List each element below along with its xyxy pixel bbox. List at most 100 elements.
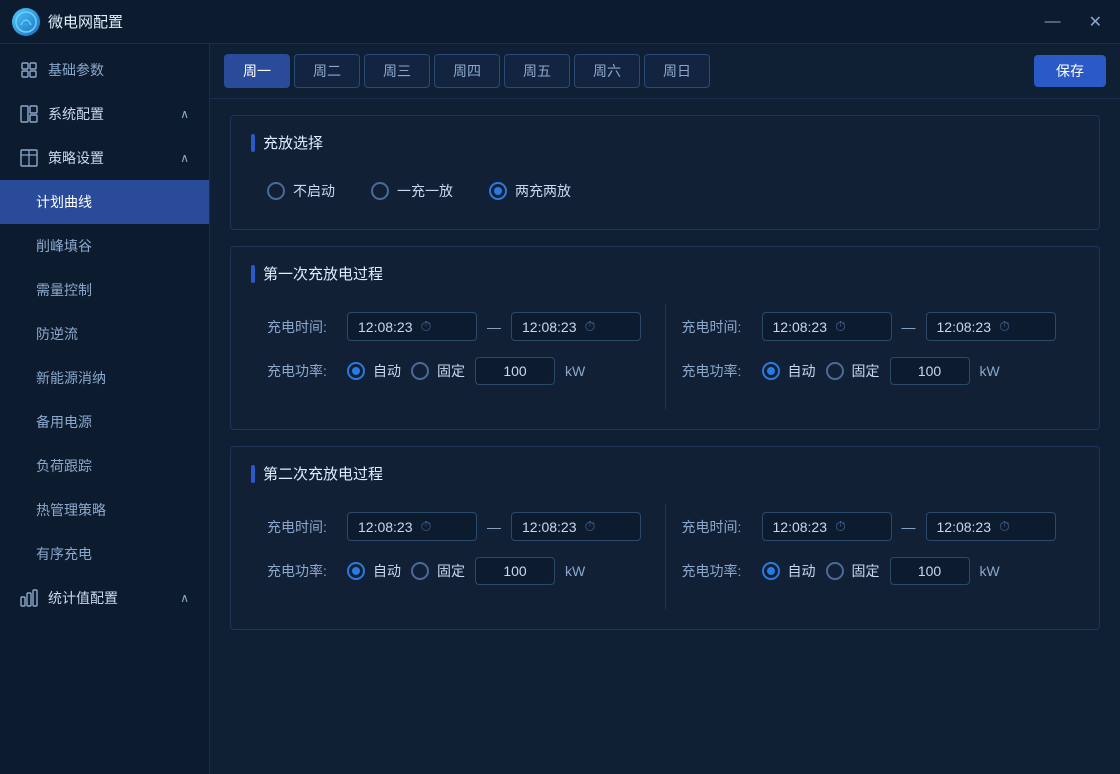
first-right-dash: —: [902, 319, 916, 335]
first-left-time-label: 充电时间:: [267, 317, 337, 337]
sidebar-item-plan-curve[interactable]: 计划曲线: [0, 180, 209, 224]
sidebar-item-system-config[interactable]: 系统配置 ∧: [0, 92, 209, 136]
sidebar-item-stats-config[interactable]: 统计值配置 ∧: [0, 576, 209, 620]
second-left-time-end[interactable]: 12:08:23 ⏱: [511, 512, 641, 541]
second-left-power-unit: kW: [565, 563, 585, 579]
sidebar-label-stats-config: 统计值配置: [48, 588, 118, 608]
second-left-power-input[interactable]: [475, 557, 555, 585]
clock-icon-6: ⏱: [585, 518, 631, 535]
first-right-time-start-value: 12:08:23: [773, 319, 828, 335]
second-right-dash: —: [902, 519, 916, 535]
tab-thursday[interactable]: 周四: [434, 54, 500, 88]
sidebar-label-basic-params: 基础参数: [48, 60, 104, 80]
module-icon: [20, 105, 38, 123]
first-right-time-row: 充电时间: 12:08:23 ⏱ — 12:08:23 ⏱: [682, 312, 1064, 341]
sidebar-item-load-tracking[interactable]: 负荷跟踪: [0, 444, 209, 488]
radio-no-start[interactable]: 不启动: [267, 181, 335, 201]
second-left-radio-fixed[interactable]: 固定: [411, 561, 465, 581]
tab-monday[interactable]: 周一: [224, 54, 290, 88]
first-right-fixed-label: 固定: [852, 361, 880, 381]
second-right-time-start-value: 12:08:23: [773, 519, 828, 535]
tab-wednesday[interactable]: 周三: [364, 54, 430, 88]
radio-label-one-charge: 一充一放: [397, 181, 453, 201]
radio-two-charge[interactable]: 两充两放: [489, 181, 571, 201]
first-right-time-start[interactable]: 12:08:23 ⏱: [762, 312, 892, 341]
chevron-up-icon: ∧: [180, 107, 189, 121]
first-process-right: 充电时间: 12:08:23 ⏱ — 12:08:23 ⏱: [666, 304, 1080, 409]
app-logo: [12, 8, 40, 36]
first-left-time-end[interactable]: 12:08:23 ⏱: [511, 312, 641, 341]
second-right-time-end[interactable]: 12:08:23 ⏱: [926, 512, 1056, 541]
second-process-section: 第二次充放电过程 充电时间: 12:08:23 ⏱ — 12:08:: [230, 446, 1100, 630]
second-right-time-end-value: 12:08:23: [937, 519, 992, 535]
tab-sunday[interactable]: 周日: [644, 54, 710, 88]
radio-circle-one-charge: [371, 182, 389, 200]
close-button[interactable]: ✕: [1083, 10, 1108, 34]
first-process-title: 第一次充放电过程: [251, 263, 1079, 284]
tab-bar: 周一 周二 周三 周四 周五 周六 周日 保存: [210, 44, 1120, 99]
second-left-radio-fixed-circle: [411, 562, 429, 580]
first-right-time-label: 充电时间:: [682, 317, 752, 337]
sidebar-label-load-tracking: 负荷跟踪: [36, 456, 92, 476]
titlebar-controls: — ✕: [1039, 10, 1108, 34]
minimize-button[interactable]: —: [1039, 10, 1067, 34]
first-left-time-end-value: 12:08:23: [522, 319, 577, 335]
clock-icon-2: ⏱: [585, 318, 631, 335]
radio-one-charge[interactable]: 一充一放: [371, 181, 453, 201]
sidebar-item-new-energy[interactable]: 新能源消纳: [0, 356, 209, 400]
tab-saturday[interactable]: 周六: [574, 54, 640, 88]
first-left-time-start-value: 12:08:23: [358, 319, 413, 335]
sidebar-item-basic-params[interactable]: 基础参数: [0, 48, 209, 92]
save-button[interactable]: 保存: [1034, 55, 1106, 87]
first-left-radio-auto[interactable]: 自动: [347, 361, 401, 381]
sidebar-label-anti-backflow: 防逆流: [36, 324, 78, 344]
tab-friday[interactable]: 周五: [504, 54, 570, 88]
second-left-time-row: 充电时间: 12:08:23 ⏱ — 12:08:23 ⏱: [267, 512, 649, 541]
first-right-power-input[interactable]: [890, 357, 970, 385]
first-left-fixed-label: 固定: [437, 361, 465, 381]
sidebar-item-thermal-strategy[interactable]: 热管理策略: [0, 488, 209, 532]
sidebar-item-anti-backflow[interactable]: 防逆流: [0, 312, 209, 356]
second-left-dash: —: [487, 519, 501, 535]
second-right-time-label: 充电时间:: [682, 517, 752, 537]
second-left-radio-auto[interactable]: 自动: [347, 561, 401, 581]
first-left-power-label: 充电功率:: [267, 361, 337, 381]
second-right-radio-fixed[interactable]: 固定: [826, 561, 880, 581]
first-right-power-row: 充电功率: 自动 固定 kW: [682, 357, 1064, 385]
sidebar-item-ordered-charge[interactable]: 有序充电: [0, 532, 209, 576]
titlebar: 微电网配置 — ✕: [0, 0, 1120, 44]
clock-icon-3: ⏱: [835, 318, 881, 335]
sidebar-item-strategy-settings[interactable]: 策略设置 ∧: [0, 136, 209, 180]
first-right-radio-fixed[interactable]: 固定: [826, 361, 880, 381]
sidebar-label-demand-control: 需量控制: [36, 280, 92, 300]
sidebar-label-strategy-settings: 策略设置: [48, 148, 104, 168]
sidebar-item-backup-power[interactable]: 备用电源: [0, 400, 209, 444]
first-left-time-start[interactable]: 12:08:23 ⏱: [347, 312, 477, 341]
second-right-auto-label: 自动: [788, 561, 816, 581]
app-body: 基础参数 系统配置 ∧: [0, 44, 1120, 774]
second-right-power-input[interactable]: [890, 557, 970, 585]
first-left-radio-auto-circle: [347, 362, 365, 380]
first-left-radio-fixed[interactable]: 固定: [411, 361, 465, 381]
second-left-time-start[interactable]: 12:08:23 ⏱: [347, 512, 477, 541]
first-right-radio-fixed-circle: [826, 362, 844, 380]
tab-tuesday[interactable]: 周二: [294, 54, 360, 88]
sidebar-item-demand-control[interactable]: 需量控制: [0, 268, 209, 312]
second-process-title: 第二次充放电过程: [251, 463, 1079, 484]
radio-circle-no-start: [267, 182, 285, 200]
first-right-power-unit: kW: [980, 363, 1000, 379]
stats-icon: [20, 589, 38, 607]
sidebar-item-peak-valley[interactable]: 削峰填谷: [0, 224, 209, 268]
second-right-radio-auto-circle: [762, 562, 780, 580]
second-right-time-start[interactable]: 12:08:23 ⏱: [762, 512, 892, 541]
second-left-auto-label: 自动: [373, 561, 401, 581]
clock-icon-8: ⏱: [999, 518, 1045, 535]
first-right-time-end[interactable]: 12:08:23 ⏱: [926, 312, 1056, 341]
second-right-radio-auto[interactable]: 自动: [762, 561, 816, 581]
first-left-power-input[interactable]: [475, 357, 555, 385]
first-left-radio-fixed-circle: [411, 362, 429, 380]
second-process-left: 充电时间: 12:08:23 ⏱ — 12:08:23 ⏱: [251, 504, 665, 609]
second-right-time-row: 充电时间: 12:08:23 ⏱ — 12:08:23 ⏱: [682, 512, 1064, 541]
first-right-radio-auto[interactable]: 自动: [762, 361, 816, 381]
second-left-fixed-label: 固定: [437, 561, 465, 581]
